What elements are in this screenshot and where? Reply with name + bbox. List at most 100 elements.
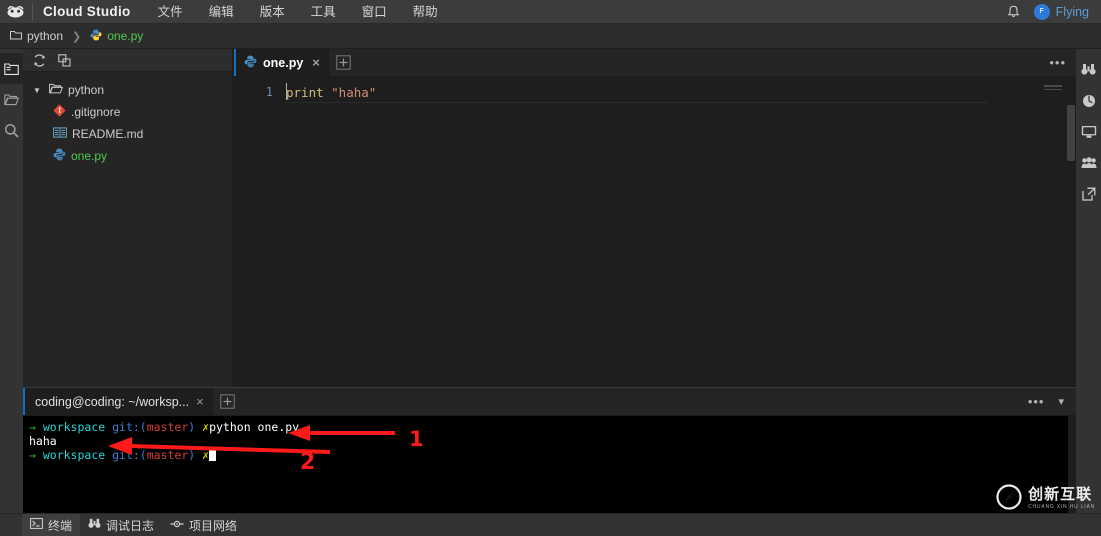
prompt-git-open: git:( xyxy=(112,420,147,434)
right-binoculars[interactable] xyxy=(1076,55,1101,84)
line-number: 1 xyxy=(265,85,273,99)
avatar: F xyxy=(1033,3,1050,20)
python-file-icon xyxy=(53,148,66,164)
editor-tab-onepy[interactable]: one.py × xyxy=(234,49,329,76)
status-terminal-label: 终端 xyxy=(48,518,73,533)
code-token-keyword: print xyxy=(286,84,332,100)
activity-explorer[interactable] xyxy=(0,53,23,84)
breadcrumb-file[interactable]: one.py xyxy=(86,29,147,44)
status-project-network-label: 项目网络 xyxy=(189,518,238,533)
tree-item-onepy[interactable]: one.py xyxy=(23,145,232,167)
tree-label: .gitignore xyxy=(71,105,121,119)
editor-scrollbar-thumb[interactable] xyxy=(1067,105,1075,161)
right-team[interactable] xyxy=(1076,148,1101,177)
prompt-status-mark: ✗ xyxy=(202,448,210,462)
panel-more-actions[interactable]: ••• xyxy=(1028,394,1045,409)
breadcrumb-root[interactable]: python xyxy=(6,29,67,43)
explorer-header xyxy=(23,49,232,72)
watermark-logo-icon xyxy=(996,483,1022,510)
prompt-git-close: ) xyxy=(188,448,203,462)
tree-item-gitignore[interactable]: .gitignore xyxy=(23,101,232,123)
activity-open-folder[interactable] xyxy=(0,84,23,115)
tree-item-readme[interactable]: README.md xyxy=(23,123,232,145)
terminal-line: haha xyxy=(29,434,1076,448)
prompt-arrow: → xyxy=(29,420,43,434)
python-file-icon xyxy=(90,29,102,44)
editor-more-actions[interactable]: ••• xyxy=(1049,49,1076,76)
markdown-icon xyxy=(53,127,67,141)
prompt-dir: workspace xyxy=(42,420,113,434)
terminal-panel: coding@coding: ~/worksp... × ••• ▾ → wor… xyxy=(23,387,1076,514)
code-token-string: "haha" xyxy=(331,84,377,100)
watermark-text: 创新互联 xyxy=(1028,486,1093,503)
explorer-panel: ▼ python .gitignore README.md one.py xyxy=(23,49,233,387)
folder-icon xyxy=(10,29,22,43)
user-name: Flying xyxy=(1055,4,1089,19)
code-editor[interactable]: 1 print "haha" xyxy=(234,77,1076,387)
folder-open-icon xyxy=(49,83,64,97)
breadcrumb-root-label: python xyxy=(27,29,64,43)
collapse-all-icon[interactable] xyxy=(58,53,71,67)
menu-version[interactable]: 版本 xyxy=(247,0,298,24)
right-globe[interactable] xyxy=(1076,86,1101,115)
menu-window[interactable]: 窗口 xyxy=(349,0,400,24)
tree-label: python xyxy=(68,83,105,97)
terminal-command: python one.py xyxy=(209,420,300,434)
cloud-studio-window: Cloud Studio 文件 编辑 版本 工具 窗口 帮助 F Flying xyxy=(0,0,1101,536)
status-debug-log[interactable]: 调试日志 xyxy=(80,514,162,536)
panel-tab-terminal[interactable]: coding@coding: ~/worksp... × xyxy=(23,388,213,415)
editor-area: one.py × ••• 1 print "haha" xyxy=(234,49,1076,387)
menu-bar: 文件 编辑 版本 工具 窗口 帮助 xyxy=(145,0,451,24)
python-file-icon xyxy=(244,55,257,71)
watermark: 创新互联 CHUANG XIN HU LIAN xyxy=(996,483,1095,510)
app-title: Cloud Studio xyxy=(32,3,145,20)
terminal-line: → workspace git:(master) ✗ xyxy=(29,448,1076,462)
prompt-branch: master xyxy=(146,420,189,434)
menu-edit[interactable]: 编辑 xyxy=(196,0,247,24)
breadcrumb: python ❯ one.py xyxy=(0,24,1101,49)
git-icon xyxy=(53,104,66,120)
notification-bell-icon[interactable] xyxy=(1004,2,1024,22)
new-terminal-button[interactable] xyxy=(213,388,243,415)
panel-tab-label: coding@coding: ~/worksp... xyxy=(35,394,190,409)
menu-help[interactable]: 帮助 xyxy=(400,0,451,24)
status-debug-log-label: 调试日志 xyxy=(106,518,155,533)
tree-item-python[interactable]: ▼ python xyxy=(23,79,232,101)
panel-collapse-button[interactable]: ▾ xyxy=(1058,395,1064,408)
prompt-dir: workspace xyxy=(42,448,113,462)
watermark-subtext: CHUANG XIN HU LIAN xyxy=(1028,504,1095,510)
breadcrumb-file-label: one.py xyxy=(107,29,144,43)
prompt-arrow: → xyxy=(29,448,43,462)
panel-tab-bar: coding@coding: ~/worksp... × ••• ▾ xyxy=(23,388,1076,416)
terminal-cursor xyxy=(209,449,217,461)
menu-file[interactable]: 文件 xyxy=(145,0,196,24)
network-icon xyxy=(170,518,184,532)
close-icon[interactable]: × xyxy=(312,55,320,70)
code-line-1: 1 print "haha" xyxy=(234,82,1076,103)
cloud-studio-logo-icon xyxy=(0,0,30,24)
status-bar: 终端 调试日志 项目网络 xyxy=(0,513,1101,536)
editor-tab-label: one.py xyxy=(263,55,304,70)
chevron-down-icon[interactable]: ▼ xyxy=(33,86,44,95)
user-chip[interactable]: F Flying xyxy=(1033,3,1093,20)
panel-actions: ••• ▾ xyxy=(1028,388,1076,415)
activity-search[interactable] xyxy=(0,115,23,146)
code-line-content: print "haha" xyxy=(286,82,1076,103)
right-monitor[interactable] xyxy=(1076,117,1101,146)
new-tab-button[interactable] xyxy=(329,49,359,76)
close-icon[interactable]: × xyxy=(196,394,204,409)
title-bar: Cloud Studio 文件 编辑 版本 工具 窗口 帮助 F Flying xyxy=(0,0,1101,24)
terminal-icon xyxy=(30,518,43,532)
tree-label: one.py xyxy=(71,149,108,163)
menu-tools[interactable]: 工具 xyxy=(298,0,349,24)
file-tree: ▼ python .gitignore README.md one.py xyxy=(23,72,232,167)
editor-tab-bar: one.py × ••• xyxy=(234,49,1076,77)
prompt-git-close: ) xyxy=(188,420,203,434)
title-bar-right: F Flying xyxy=(1004,2,1101,22)
status-project-network[interactable]: 项目网络 xyxy=(162,514,245,536)
refresh-icon[interactable] xyxy=(33,53,46,67)
editor-scrollbar[interactable] xyxy=(1066,105,1076,387)
right-external-link[interactable] xyxy=(1076,179,1101,208)
status-terminal[interactable]: 终端 xyxy=(22,513,81,536)
terminal-output[interactable]: → workspace git:(master) ✗python one.py … xyxy=(23,416,1076,514)
